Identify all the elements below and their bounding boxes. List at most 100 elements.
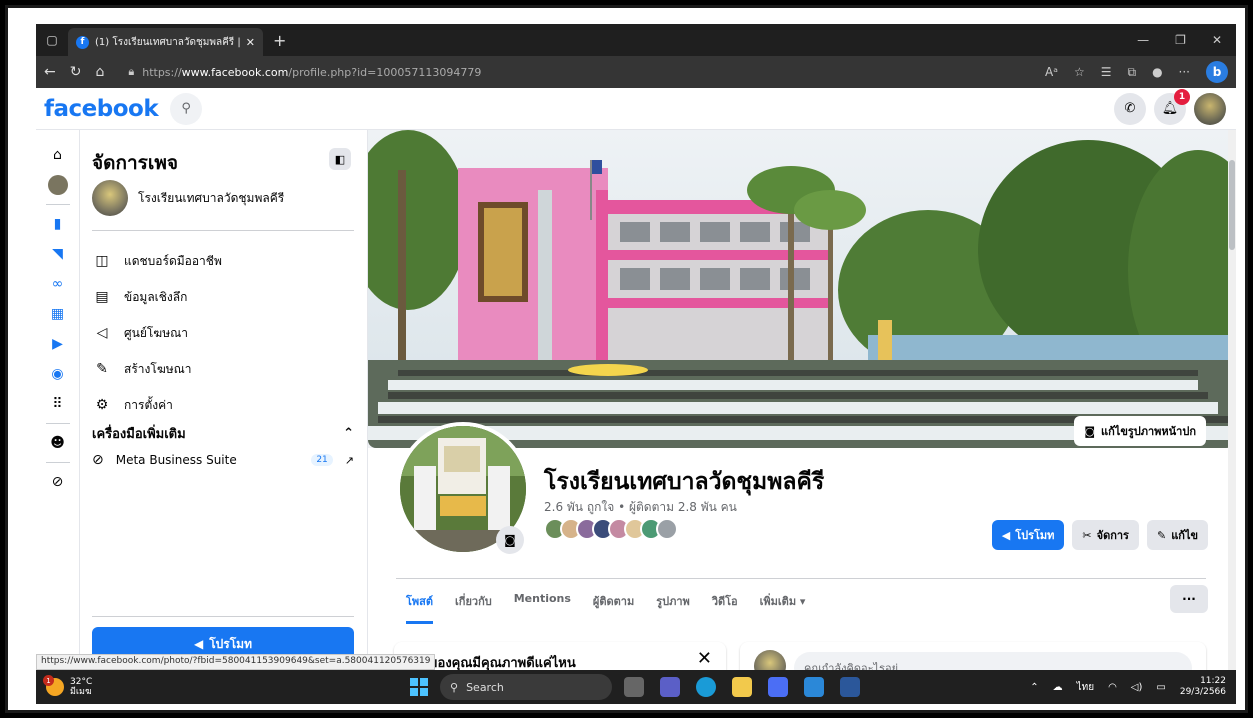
edge-browser-icon[interactable] xyxy=(696,677,716,697)
grid-menu-icon[interactable]: ⠿ xyxy=(44,389,72,419)
chevron-up-icon[interactable]: ⌃ xyxy=(1030,682,1038,693)
dashboard-icon: ◫ xyxy=(95,253,109,269)
windows-start-icon[interactable] xyxy=(410,678,428,696)
promote-button[interactable]: ◀ โปรโมท xyxy=(991,520,1065,550)
facebook-header: facebook ⚲ ✆ 🔔︎ 1 xyxy=(36,88,1236,130)
tab-videos[interactable]: วิดีโอ xyxy=(712,592,738,624)
word-app-icon[interactable] xyxy=(840,677,860,697)
manage-page-panel: จัดการเพจ ◧ โรงเรียนเทศบาลวัดชุมพลคีรี ◫… xyxy=(80,130,368,670)
tools-icon: ✂ xyxy=(1082,528,1092,542)
back-icon[interactable]: ← xyxy=(44,64,56,80)
meta-nav-icon[interactable]: ∞ xyxy=(44,269,72,299)
close-window-icon[interactable]: ✕ xyxy=(1212,33,1222,47)
edit-cover-button[interactable]: ◙ แก้ไขรูปภาพหน้าปก xyxy=(1074,416,1206,446)
page-stats[interactable]: 2.6 พัน ถูกใจ • ผู้ติดตาม 2.8 พัน คน xyxy=(544,498,737,517)
page-avatar-nav-icon[interactable] xyxy=(44,170,72,200)
favorite-star-icon[interactable]: ☆ xyxy=(1074,65,1085,79)
link-nav-icon[interactable]: ⊘ xyxy=(44,467,72,497)
tab-followers[interactable]: ผู้ติดตาม xyxy=(593,592,634,624)
meta-business-suite-link[interactable]: ⊘ Meta Business Suite 21 ↗ xyxy=(92,452,354,468)
left-icon-rail: ⌂ ▮ ◥ ∞ ▦ ▶ ◉ ⠿ ☻ ⊘ xyxy=(36,130,80,670)
language-indicator[interactable]: ไทย xyxy=(1077,680,1094,695)
camera-icon: ◙ xyxy=(1084,424,1096,438)
page-scrollbar[interactable] xyxy=(1228,130,1236,670)
home-nav-icon[interactable]: ⌂ xyxy=(44,140,72,170)
read-aloud-icon[interactable]: Aᵃ xyxy=(1045,65,1058,79)
menu-item-ad-center[interactable]: ◁ ศูนย์โฆษณา xyxy=(92,315,354,351)
cover-photo[interactable]: ◙ แก้ไขรูปภาพหน้าปก xyxy=(368,130,1234,448)
refresh-icon[interactable]: ↻ xyxy=(70,64,82,80)
video-nav-icon[interactable]: ▶ xyxy=(44,329,72,359)
taskbar-clock[interactable]: 11:22 29/3/2566 xyxy=(1180,676,1226,698)
weather-widget[interactable]: 1 32°C มีเมฆ xyxy=(36,675,366,697)
change-profile-photo-icon[interactable]: ◙ xyxy=(496,526,524,554)
system-tray: ⌃ ☁ ไทย ◠ ◁) ▭ 11:22 29/3/2566 xyxy=(1030,676,1236,698)
close-icon[interactable]: ✕ xyxy=(697,648,712,669)
manage-button[interactable]: ✂ จัดการ xyxy=(1072,520,1139,550)
gaming-nav-icon[interactable]: ◉ xyxy=(44,359,72,389)
more-icon[interactable]: ··· xyxy=(1179,65,1190,79)
facebook-logo[interactable]: facebook xyxy=(44,96,159,122)
tab-strip: ▢ f (1) โรงเรียนเทศบาลวัดชุมพลคีรี | Fac… xyxy=(36,24,1236,56)
tab-photos[interactable]: รูปภาพ xyxy=(656,592,690,624)
avatar xyxy=(754,650,786,670)
task-view-icon[interactable] xyxy=(624,677,644,697)
post-composer-input[interactable]: คุณกำลังคิดอะไรอยู่ xyxy=(794,652,1192,670)
insights-icon: ▤ xyxy=(95,289,109,305)
more-options-button[interactable]: ··· xyxy=(1170,585,1208,613)
taskbar-search[interactable]: ⚲ Search xyxy=(440,674,612,700)
facebook-favicon-icon: f xyxy=(76,35,89,49)
account-avatar[interactable] xyxy=(1194,92,1226,125)
home-icon[interactable]: ⌂ xyxy=(95,64,104,80)
dashboard-nav-icon[interactable]: ▮ xyxy=(44,209,72,239)
panel-title: จัดการเพจ xyxy=(92,152,179,174)
collapse-panel-icon[interactable]: ◧ xyxy=(329,148,351,170)
volume-icon[interactable]: ◁) xyxy=(1131,682,1143,693)
bing-icon[interactable]: b xyxy=(1206,61,1228,83)
main-content: ◙ แก้ไขรูปภาพหน้าปก ◙ โรงเรียนเทศบาลวัดช… xyxy=(368,130,1234,670)
page-switcher[interactable]: โรงเรียนเทศบาลวัดชุมพลคีรี xyxy=(92,180,284,216)
new-tab-icon[interactable]: + xyxy=(273,31,286,50)
favorites-list-icon[interactable]: ☰ xyxy=(1101,65,1112,79)
tab-about[interactable]: เกี่ยวกับ xyxy=(455,592,492,624)
scrollbar-thumb[interactable] xyxy=(1229,160,1235,250)
avatar xyxy=(656,518,678,540)
tab-more[interactable]: เพิ่มเติม ▾ xyxy=(760,592,806,624)
tab-posts[interactable]: โพสต์ xyxy=(406,592,434,624)
taskbar-apps xyxy=(624,677,860,697)
follower-avatars[interactable] xyxy=(544,518,678,540)
menu-item-insights[interactable]: ▤ ข้อมูลเชิงลึก xyxy=(92,279,354,315)
tab-mentions[interactable]: Mentions xyxy=(514,592,571,624)
chat-app-icon[interactable] xyxy=(660,677,680,697)
pencil-icon: ✎ xyxy=(1156,528,1167,542)
insights-nav-icon[interactable]: ▦ xyxy=(44,299,72,329)
mail-app-icon[interactable] xyxy=(804,677,824,697)
restore-icon[interactable]: ❐ xyxy=(1175,33,1186,47)
page-quality-card: เพจของคุณมีคุณภาพดีแค่ไหน ✕ xyxy=(394,642,726,670)
megaphone-icon: ◀ xyxy=(1001,528,1011,542)
profile-icon[interactable]: ● xyxy=(1152,65,1162,79)
groups-nav-icon[interactable]: ☻ xyxy=(44,428,72,458)
close-tab-icon[interactable]: ✕ xyxy=(246,36,255,49)
menu-item-settings[interactable]: ⚙ การตั้งค่า xyxy=(92,387,354,423)
tab-title: (1) โรงเรียนเทศบาลวัดชุมพลคีรี | Face xyxy=(95,36,240,48)
minimize-icon[interactable]: — xyxy=(1137,33,1149,47)
menu-item-create-ad[interactable]: ✎ สร้างโฆษณา xyxy=(92,351,354,387)
meta-business-icon: ⊘ xyxy=(92,452,104,468)
battery-icon[interactable]: ▭ xyxy=(1156,682,1165,693)
megaphone-nav-icon[interactable]: ◥ xyxy=(44,239,72,269)
window-menu-icon[interactable]: ▢ xyxy=(36,33,68,47)
file-explorer-icon[interactable] xyxy=(732,677,752,697)
search-icon[interactable]: ⚲ xyxy=(170,92,203,125)
menu-item-dashboard[interactable]: ◫ แดชบอร์ดมืออาชีพ xyxy=(92,243,354,279)
messenger-icon[interactable]: ✆ xyxy=(1114,92,1146,125)
collections-icon[interactable]: ⧉ xyxy=(1127,65,1136,80)
more-tools-heading[interactable]: เครื่องมือเพิ่มเติม ⌃ xyxy=(92,423,354,444)
store-app-icon[interactable] xyxy=(768,677,788,697)
edit-button[interactable]: ✎ แก้ไข xyxy=(1146,520,1208,550)
notifications-bell-icon[interactable]: 🔔︎ 1 xyxy=(1154,88,1190,125)
browser-tab[interactable]: f (1) โรงเรียนเทศบาลวัดชุมพลคีรี | Face … xyxy=(68,28,263,56)
cloud-icon[interactable]: ☁ xyxy=(1053,682,1063,693)
wifi-icon[interactable]: ◠ xyxy=(1108,682,1117,693)
url-field[interactable]: 🔒︎ https://www.facebook.com/profile.php?… xyxy=(118,60,1031,84)
